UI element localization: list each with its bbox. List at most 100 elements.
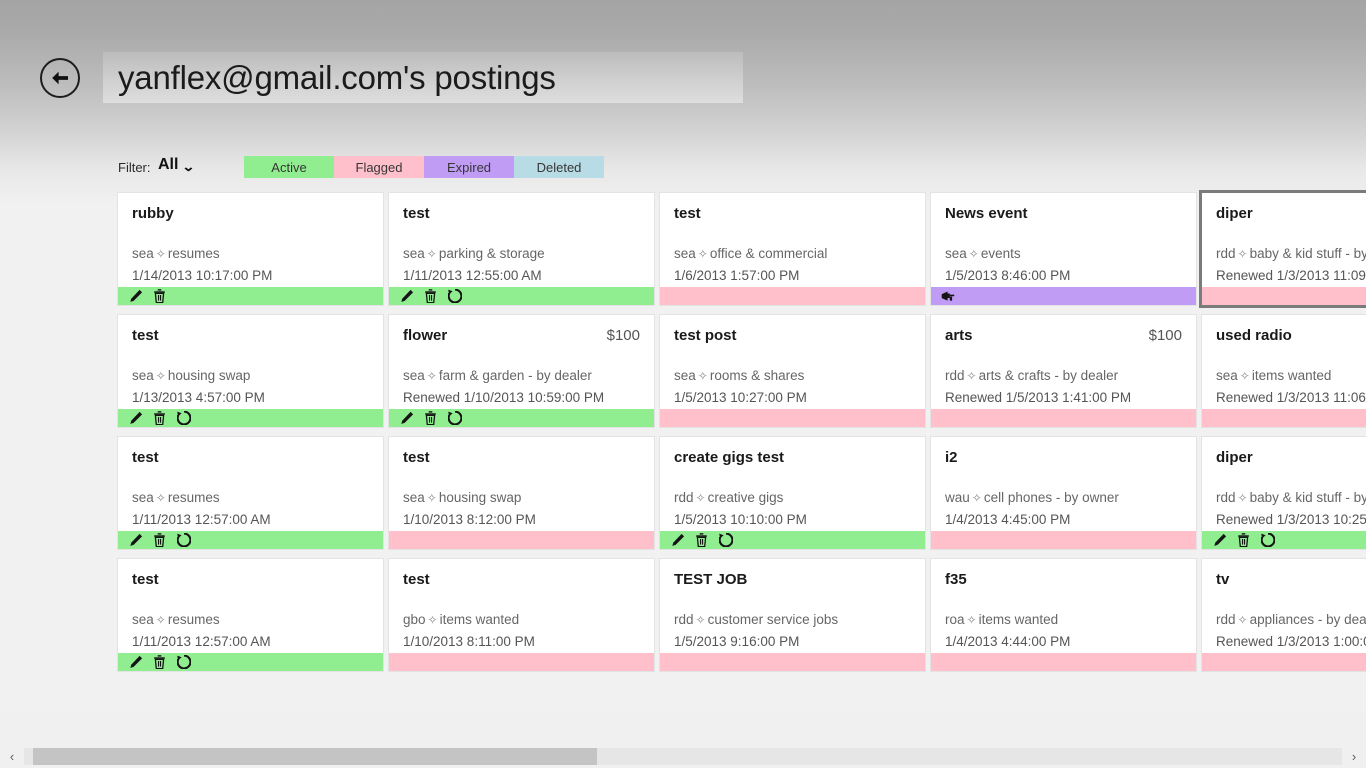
legend-chip-expired[interactable]: Expired <box>424 156 514 178</box>
posting-category: sea ✧ rooms & shares <box>674 368 804 383</box>
posting-title: diper <box>1216 205 1253 222</box>
posting-card[interactable]: test sea ✧ parking & storage 1/11/2013 12:55… <box>389 193 654 305</box>
posting-card[interactable]: test sea ✧ resumes 1/11/2013 12:57:00 AM <box>118 559 383 671</box>
posting-card[interactable]: rubby sea ✧ resumes 1/14/2013 10:17:00 PM <box>118 193 383 305</box>
edit-icon[interactable] <box>128 411 143 426</box>
posting-site-code: rdd <box>1216 612 1236 627</box>
posting-status-bar <box>660 409 925 427</box>
posting-site-code: sea <box>403 368 425 383</box>
posting-site-code: sea <box>132 490 154 505</box>
legend-chip-active[interactable]: Active <box>244 156 334 178</box>
posting-title: f35 <box>945 571 967 588</box>
delete-icon[interactable] <box>694 533 709 548</box>
app-root: yanflex@gmail.com's postings Filter: All… <box>0 0 1366 768</box>
legend-chip-flagged[interactable]: Flagged <box>334 156 424 178</box>
posting-card[interactable]: News event sea ✧ events 1/5/2013 8:46:00 PM <box>931 193 1196 305</box>
posting-card-body: diper rdd✧baby & kid stuff - by owner Rene… <box>1202 437 1366 531</box>
posting-card[interactable]: tv rdd✧appliances - by dealer Renewed 1/3/… <box>1202 559 1366 671</box>
posting-status-bar <box>931 531 1196 549</box>
posting-category: sea ✧ resumes <box>132 490 220 505</box>
posting-status-bar <box>1202 287 1366 305</box>
diamond-separator-icon: ✧ <box>697 247 708 261</box>
posting-date: Renewed 1/3/2013 11:09:00 PM <box>1216 268 1366 283</box>
posting-category-name: farm & garden - by dealer <box>438 368 592 383</box>
renew-icon[interactable] <box>447 289 462 304</box>
renew-icon[interactable] <box>176 655 191 670</box>
posting-card-body: test sea ✧ resumes 1/11/2013 12:57:00 AM <box>118 559 383 653</box>
posting-card[interactable]: test sea ✧ housing swap 1/10/2013 8:12:00 PM <box>389 437 654 549</box>
posting-card[interactable]: used radio sea ✧ items wanted Renewed 1/3/20… <box>1202 315 1366 427</box>
renew-icon[interactable] <box>176 411 191 426</box>
filter-dropdown[interactable]: All ⌄ <box>158 156 196 174</box>
posting-date: Renewed 1/5/2013 1:41:00 PM <box>945 390 1132 405</box>
posting-category-name: baby & kid stuff - by owner <box>1249 246 1366 261</box>
posting-card[interactable]: arts $100 rdd ✧ arts & crafts - by dealer Ren… <box>931 315 1196 427</box>
posting-card-body: test gbo ✧ items wanted 1/10/2013 8:11:00 PM <box>389 559 654 653</box>
edit-icon[interactable] <box>128 655 143 670</box>
posting-site-code: rdd <box>1216 490 1236 505</box>
edit-icon[interactable] <box>128 289 143 304</box>
delete-icon[interactable] <box>1236 533 1251 548</box>
posting-card[interactable]: create gigs test rdd ✧ creative gigs 1/5/201… <box>660 437 925 549</box>
edit-icon[interactable] <box>670 533 685 548</box>
posting-site-code: sea <box>132 246 154 261</box>
posting-card[interactable]: diper rdd✧baby & kid stuff - by owner Rene… <box>1202 437 1366 549</box>
renew-icon[interactable] <box>1260 533 1275 548</box>
delete-icon[interactable] <box>152 533 167 548</box>
status-legend: Active Flagged Expired Deleted <box>244 156 604 178</box>
posting-status-bar <box>118 287 383 305</box>
back-arrow-icon <box>50 71 70 85</box>
legend-chip-label: Active <box>271 159 307 175</box>
edit-icon[interactable] <box>399 411 414 426</box>
delete-icon[interactable] <box>152 655 167 670</box>
posting-category-name: items wanted <box>439 612 520 627</box>
posting-card-body: arts $100 rdd ✧ arts & crafts - by dealer Ren… <box>931 315 1196 409</box>
posting-card[interactable]: TEST JOB rdd ✧ customer service jobs 1/5/201… <box>660 559 925 671</box>
posting-title: i2 <box>945 449 958 466</box>
posting-category-name: items wanted <box>1251 368 1332 383</box>
delete-icon[interactable] <box>423 289 438 304</box>
edit-icon[interactable] <box>128 533 143 548</box>
scroll-right-arrow-icon[interactable]: › <box>1342 744 1366 768</box>
page-header: yanflex@gmail.com's postings <box>0 0 1366 120</box>
posting-card[interactable]: flower $100 sea ✧ farm & garden - by dealer R… <box>389 315 654 427</box>
posting-card[interactable]: test post sea ✧ rooms & shares 1/5/2013 10:2… <box>660 315 925 427</box>
renew-icon[interactable] <box>447 411 462 426</box>
posting-card-body: used radio sea ✧ items wanted Renewed 1/3/20… <box>1202 315 1366 409</box>
scroll-left-arrow-icon[interactable]: ‹ <box>0 744 24 768</box>
posting-card[interactable]: test sea ✧ office & commercial 1/6/2013 1:57… <box>660 193 925 305</box>
posting-category: rdd ✧ customer service jobs <box>674 612 838 627</box>
posting-card[interactable]: test sea ✧ resumes 1/11/2013 12:57:00 AM <box>118 437 383 549</box>
edit-icon[interactable] <box>1212 533 1227 548</box>
posting-card[interactable]: test gbo ✧ items wanted 1/10/2013 8:11:00 PM <box>389 559 654 671</box>
posting-category: rdd✧baby & kid stuff - by owner <box>1216 246 1366 261</box>
posting-category: rdd✧appliances - by dealer <box>1216 612 1366 627</box>
posting-card[interactable]: f35 roa ✧ items wanted 1/4/2013 4:44:00 PM <box>931 559 1196 671</box>
legend-chip-deleted[interactable]: Deleted <box>514 156 604 178</box>
scrollbar-track[interactable] <box>24 747 1342 765</box>
posting-card[interactable]: test sea ✧ housing swap 1/13/2013 4:57:00 PM <box>118 315 383 427</box>
delete-icon[interactable] <box>423 411 438 426</box>
horizontal-scrollbar[interactable]: ‹ › <box>0 744 1366 768</box>
delete-icon[interactable] <box>152 289 167 304</box>
delete-icon[interactable] <box>152 411 167 426</box>
diamond-separator-icon: ✧ <box>966 369 977 383</box>
posting-card[interactable]: diper rdd✧baby & kid stuff - by owner Rene… <box>1202 193 1366 305</box>
posting-category: sea ✧ housing swap <box>403 490 521 505</box>
edit-icon[interactable] <box>399 289 414 304</box>
posting-site-code: sea <box>403 490 425 505</box>
posting-category-name: resumes <box>167 246 220 261</box>
renew-icon[interactable] <box>718 533 733 548</box>
posting-date: 1/11/2013 12:55:00 AM <box>403 268 542 283</box>
back-button[interactable] <box>40 58 80 98</box>
posting-status-bar <box>660 653 925 671</box>
posting-status-bar <box>118 531 383 549</box>
posting-category-name: resumes <box>167 612 220 627</box>
posting-card-body: tv rdd✧appliances - by dealer Renewed 1/3/… <box>1202 559 1366 653</box>
scrollbar-thumb[interactable] <box>33 747 597 765</box>
renew-icon[interactable] <box>176 533 191 548</box>
posting-category-name: resumes <box>167 490 220 505</box>
posting-title: arts <box>945 327 973 344</box>
posting-card[interactable]: i2 wau ✧ cell phones - by owner 1/4/2013 4:4… <box>931 437 1196 549</box>
posting-status-bar <box>389 409 654 427</box>
